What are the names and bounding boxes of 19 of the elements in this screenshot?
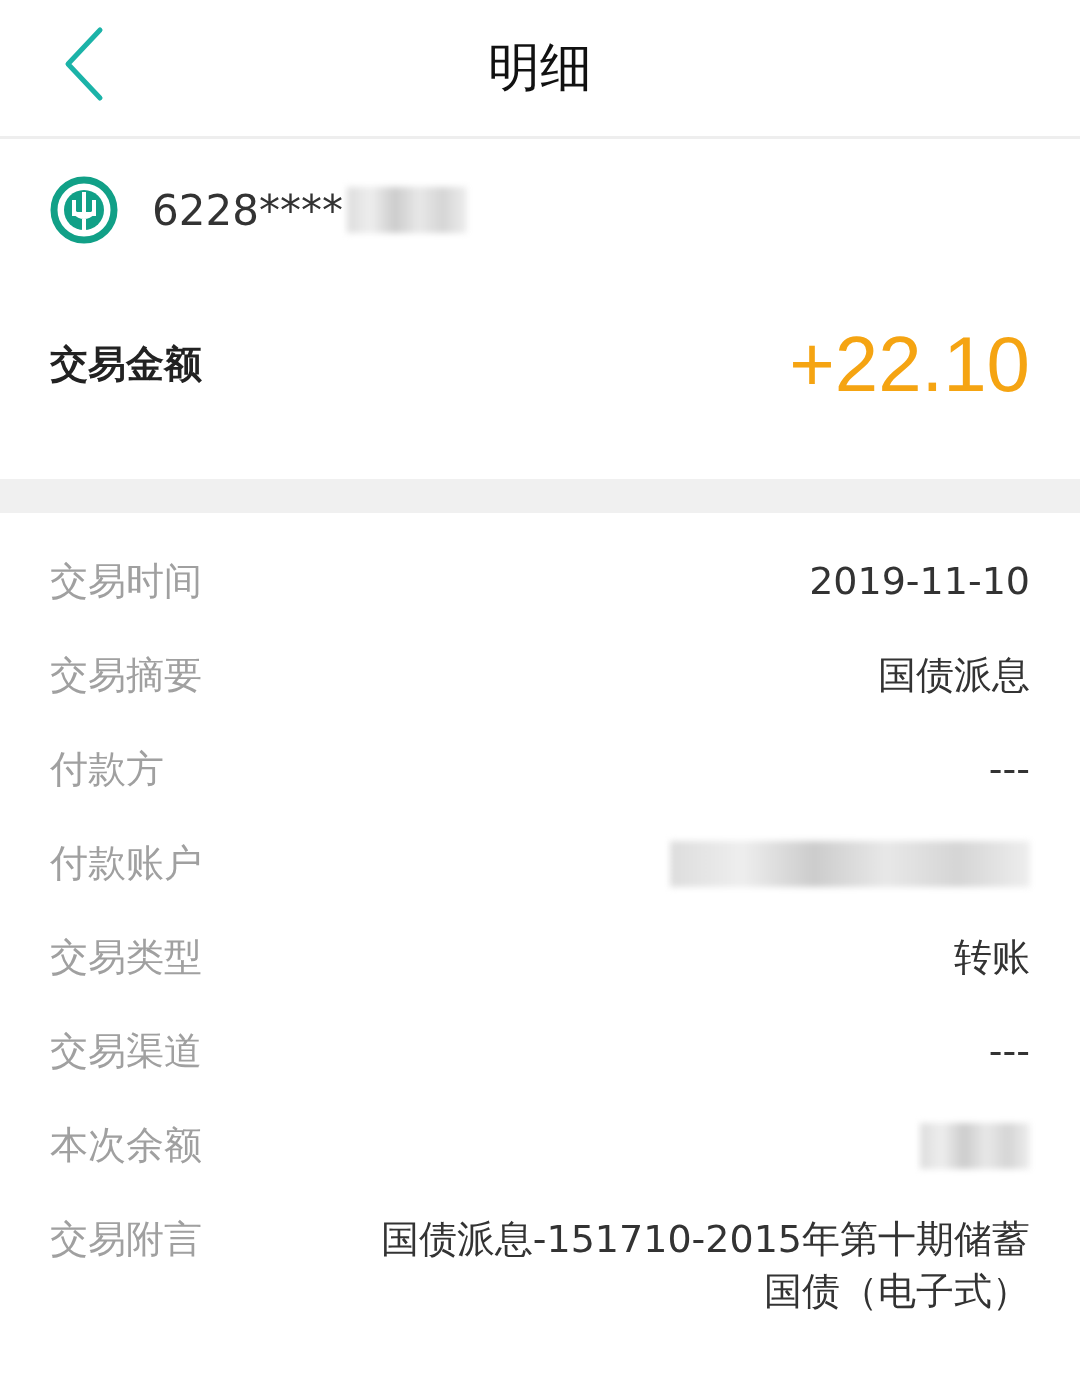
- account-number: 6228****: [152, 185, 343, 235]
- page-title: 明细: [488, 36, 592, 99]
- field-value: ---: [988, 746, 1030, 793]
- field-label: 本次余额: [50, 1122, 202, 1169]
- field-label: 交易摘要: [50, 652, 202, 699]
- field-label: 付款方: [50, 746, 164, 793]
- amount-label: 交易金额: [50, 340, 202, 388]
- field-label: 交易类型: [50, 934, 202, 981]
- bank-emblem-icon: [50, 176, 118, 244]
- field-label: 交易附言: [50, 1216, 202, 1263]
- amount-value: +22.10: [789, 318, 1030, 410]
- field-label: 交易渠道: [50, 1028, 202, 1075]
- field-value: 转账: [954, 934, 1030, 981]
- field-label: 付款账户: [50, 840, 202, 887]
- field-value: ---: [988, 1028, 1030, 1075]
- field-label: 交易时间: [50, 558, 202, 605]
- field-value: 国债派息: [878, 652, 1030, 699]
- field-value: 国债派息-151710-2015年第十期储蓄国债（电子式）: [379, 1216, 1030, 1315]
- field-value: 2019-11-10: [809, 558, 1030, 605]
